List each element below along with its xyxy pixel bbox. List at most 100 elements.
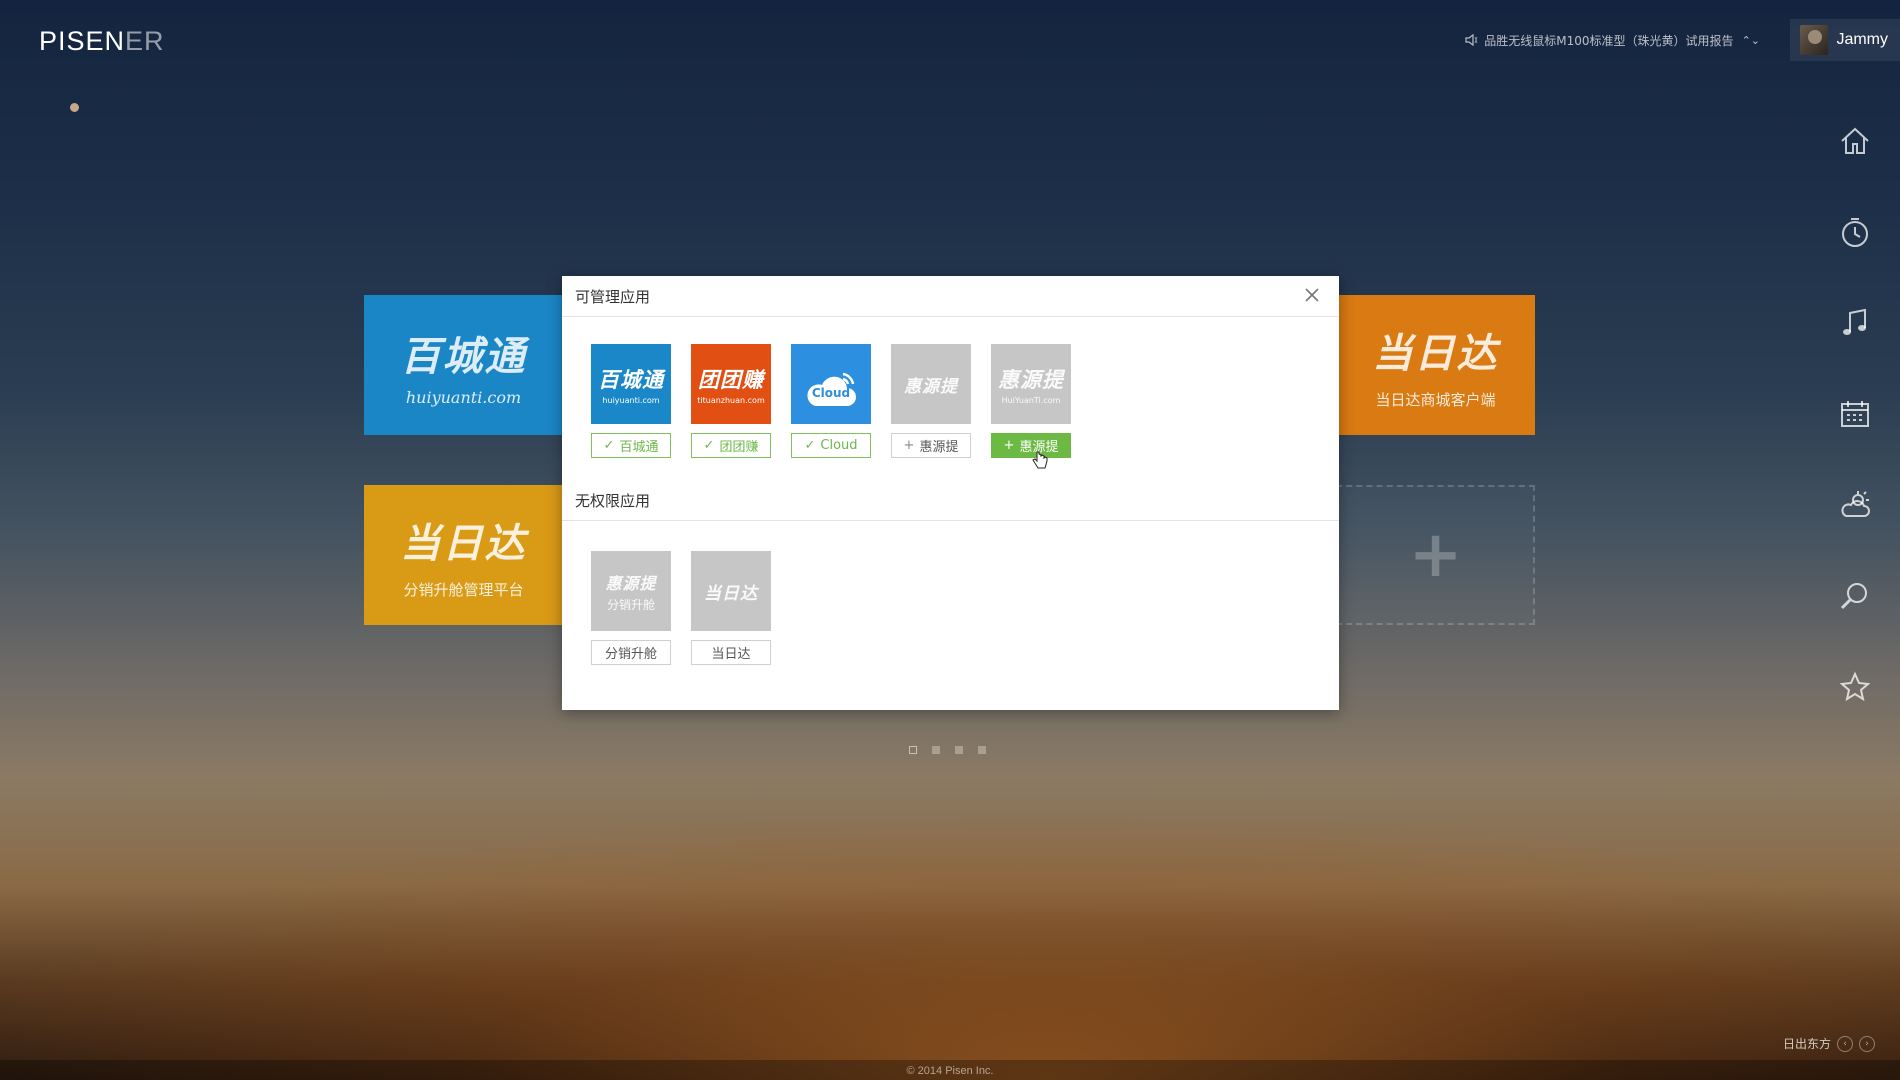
section-title: 可管理应用 [575,287,651,306]
tile-fenxiao[interactable]: 当日达 分销升舱管理平台 [364,485,563,625]
icon-logo-text: 当日达 [704,583,758,604]
app-item: 当日达 当日达 [691,551,771,665]
app-manager-dialog: 可管理应用 百城通 huiyuanti.com ✓ 百城通 团团赚 tituanz… [562,276,1339,710]
user-menu[interactable]: Jammy [1790,19,1900,61]
calendar-icon [1841,400,1869,427]
app-item: Cloud ✓ Cloud [791,344,871,458]
app-item: 惠源提 分销升舱 分销升舱 [591,551,671,665]
app-toggle-button[interactable]: ✓ 团团赚 [691,433,771,458]
prev-wallpaper-icon[interactable]: ‹ [1837,1035,1853,1052]
star-icon [1839,671,1871,701]
music-icon [1843,308,1866,335]
rail-music[interactable] [1810,277,1900,368]
page-dot-4[interactable] [978,746,986,754]
tile-domain-text: huiyuanti.com [405,387,522,407]
icon-domain-text: tituanzhuan.com [697,395,765,405]
app-label: 惠源提 [919,440,959,455]
moon-decoration [70,103,79,112]
icon-logo-text: 惠源提 [605,573,657,593]
app-icon-baichengtong[interactable]: 百城通 huiyuanti.com [591,344,671,424]
top-bar: 品胜无线鼠标M100标准型（珠光黄）试用报告 ⌃⌄ Jammy [1464,19,1900,61]
app-label-box: 分销升舱 [591,640,671,665]
app-toggle-button[interactable]: ✓ 百城通 [591,433,671,458]
section-title: 无权限应用 [575,491,651,510]
page-dot-1[interactable] [909,746,917,754]
app-label: 团团赚 [719,440,759,455]
tile-caption: 当日达商城客户端 [1375,390,1496,409]
manageable-app-list: 百城通 huiyuanti.com ✓ 百城通 团团赚 tituanzhuan.c… [562,317,1339,458]
app-item: 百城通 huiyuanti.com ✓ 百城通 [591,344,671,458]
app-label: Cloud [820,438,858,453]
notice-updown-icon[interactable]: ⌃⌄ [1742,34,1760,47]
icon-logo-text: 惠源提 [904,376,958,397]
rail-clock[interactable] [1810,186,1900,277]
unlimited-app-list: 惠源提 分销升舱 分销升舱 当日达 当日达 [562,521,1339,665]
rail-favorites[interactable] [1810,641,1900,732]
weather-icon [1841,490,1870,517]
home-icon [1841,127,1869,154]
plus-icon: + [903,438,915,453]
app-add-button[interactable]: + 惠源提 [891,433,971,458]
rail-calendar[interactable] [1810,368,1900,459]
rail-weather[interactable] [1810,459,1900,550]
next-wallpaper-icon[interactable]: › [1859,1035,1875,1052]
right-rail [1810,95,1900,732]
check-icon: ✓ [603,438,615,453]
page-dot-3[interactable] [955,746,963,754]
icon-domain-text: huiyuanti.com [602,395,660,405]
page-indicator [909,746,1001,754]
logo-suffix-text: ER [125,26,165,56]
tile-caption: 分销升舱管理平台 [403,580,524,599]
icon-logo-text: Cloud [811,386,851,400]
tile-logo-text: 当日达 [1372,330,1499,377]
icon-caption-text: 分销升舱 [606,597,655,612]
app-add-button[interactable]: + 惠源提 [991,433,1071,458]
app-icon-fenxiao: 惠源提 分销升舱 [591,551,671,631]
app-icon-huiyuanti[interactable]: 惠源提 [891,344,971,424]
app-label-box: 当日达 [691,640,771,665]
logo-main-text: PISEN [39,26,126,56]
plus-icon: + [1408,518,1463,592]
section-header-unlimited: 无权限应用 [562,480,1339,521]
wallpaper-switcher: 日出东方 ‹ › [1783,1035,1875,1052]
app-label: 百城通 [619,440,659,455]
plus-icon: + [1003,438,1015,453]
close-icon[interactable] [1303,286,1321,304]
avatar [1800,25,1829,55]
app-item: 团团赚 tituanzhuan.com ✓ 团团赚 [691,344,771,458]
icon-domain-text: HuiYuanTi.com [1001,395,1061,405]
section-header-manageable: 可管理应用 [562,276,1339,317]
icon-logo-text: 惠源提 [998,367,1064,392]
sunrise-glow [0,820,1900,1080]
search-icon [1840,582,1867,609]
check-icon: ✓ [804,438,816,453]
app-icon-dangrida: 当日达 [691,551,771,631]
app-label: 分销升舱 [604,647,657,662]
clock-icon [1842,217,1868,247]
page-dot-2[interactable] [932,746,940,754]
hand-cursor-icon [1032,451,1048,469]
check-icon: ✓ [703,438,715,453]
rail-home[interactable] [1810,95,1900,186]
rail-search[interactable] [1810,550,1900,641]
icon-logo-text: 百城通 [598,367,664,392]
tile-baichengtong[interactable]: 百城通 huiyuanti.com [364,295,563,435]
app-toggle-button[interactable]: ✓ Cloud [791,433,871,458]
app-item: 惠源提 + 惠源提 [891,344,971,458]
app-icon-huiyuanti-2[interactable]: 惠源提 HuiYuanTi.com [991,344,1071,424]
copyright-text: © 2014 Pisen Inc. [906,1065,994,1077]
notice-text: 品胜无线鼠标M100标准型（珠光黄）试用报告 [1484,33,1734,48]
speaker-icon [1465,33,1478,47]
app-icon-tuantuanzhuan[interactable]: 团团赚 tituanzhuan.com [691,344,771,424]
tile-logo-text: 百城通 [400,333,527,380]
notice-ticker[interactable]: 品胜无线鼠标M100标准型（珠光黄）试用报告 ⌃⌄ [1464,32,1760,49]
icon-logo-text: 团团赚 [698,367,764,392]
tile-dangrida-client[interactable]: 当日达 当日达商城客户端 [1336,295,1535,435]
tile-logo-text: 当日达 [400,520,527,567]
pisen-logo[interactable]: PISENER [39,26,165,57]
app-label: 当日达 [711,647,751,662]
app-item: 惠源提 HuiYuanTi.com + 惠源提 [991,344,1071,458]
app-icon-cloud[interactable]: Cloud [791,344,871,424]
add-tile-slot[interactable]: + [1336,485,1535,625]
user-name: Jammy [1836,31,1888,48]
